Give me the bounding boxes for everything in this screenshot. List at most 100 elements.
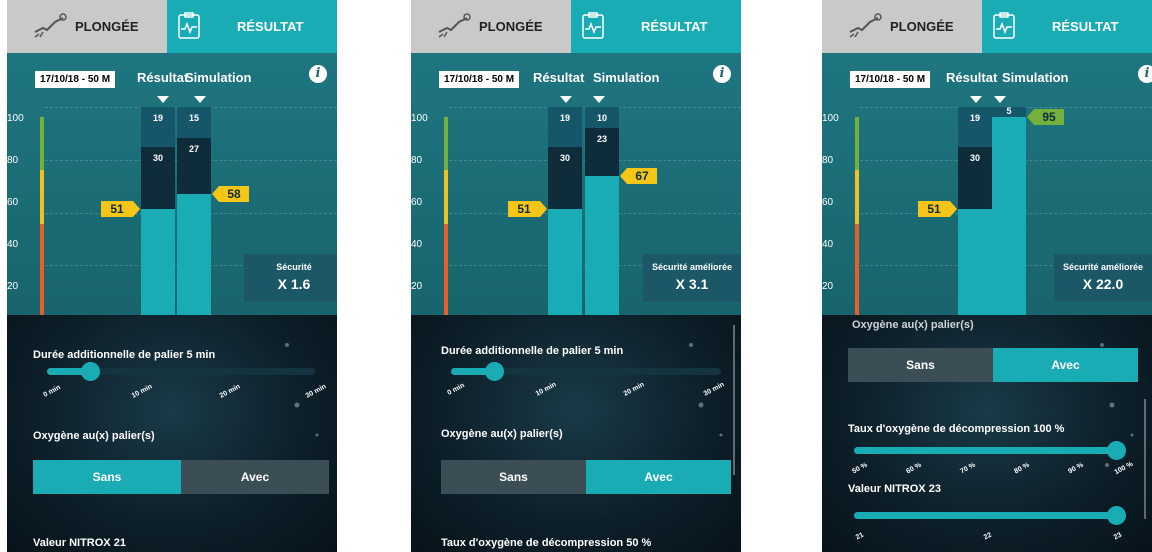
security-value: X 1.6 xyxy=(277,276,311,292)
score-marker: 95 xyxy=(1027,109,1064,126)
info-icon[interactable]: i xyxy=(309,65,327,83)
stop-duration-slider[interactable] xyxy=(47,362,315,381)
dive-date-badge[interactable]: 17/10/18 - 50 M xyxy=(439,71,520,88)
dive-date-badge[interactable]: 17/10/18 - 50 M xyxy=(35,71,116,88)
simulation-pointer-icon xyxy=(194,96,206,103)
stop-duration-label: Durée additionnelle de palier 5 min xyxy=(441,345,624,357)
info-icon[interactable]: i xyxy=(1138,65,1152,83)
simulation-pointer-icon xyxy=(593,96,605,103)
oxygen-stop-label: Oxygène au(x) palier(s) xyxy=(441,428,563,440)
score-marker: 51 xyxy=(508,200,547,217)
oxygen-avec-option[interactable]: Avec xyxy=(586,460,731,494)
tab-plongee-label: PLONGÉE xyxy=(75,19,139,34)
bar-segment-label: 30 xyxy=(152,152,163,163)
risk-gauge-high xyxy=(40,224,44,315)
chart-clipboard-icon xyxy=(582,12,604,39)
tab-plongee[interactable]: PLONGÉE xyxy=(822,0,982,53)
score-marker: 51 xyxy=(918,200,957,217)
y-tick: 60 xyxy=(7,197,19,208)
result-header[interactable]: Résultat xyxy=(137,70,188,85)
simulation-pointer-icon xyxy=(994,96,1006,103)
risk-gauge-mid xyxy=(855,170,859,224)
tab-resultat[interactable]: RÉSULTAT xyxy=(167,0,337,53)
security-value: X 3.1 xyxy=(675,276,709,292)
tab-plongee-label: PLONGÉE xyxy=(479,19,543,34)
score-marker: 58 xyxy=(212,186,249,203)
nitrox-slider[interactable] xyxy=(854,506,1126,525)
security-box: Sécurité améliorée X 22.0 xyxy=(1054,254,1152,302)
tab-resultat[interactable]: RÉSULTAT xyxy=(571,0,741,53)
slider-tick: 20 min xyxy=(218,383,242,400)
tab-resultat[interactable]: RÉSULTAT xyxy=(982,0,1152,53)
stop-duration-slider[interactable] xyxy=(451,362,721,381)
tab-bar: PLONGÉE RÉSULTAT xyxy=(7,0,337,59)
tab-plongee[interactable]: PLONGÉE xyxy=(411,0,571,53)
y-tick: 100 xyxy=(822,113,839,124)
bar-segment-base xyxy=(548,208,582,315)
slider-tick: 60 % xyxy=(905,461,923,476)
oxygen-toggle: Sans Avec xyxy=(33,460,329,494)
chart-clipboard-icon xyxy=(993,12,1015,39)
decompression-oxygen-slider[interactable] xyxy=(854,441,1126,460)
tab-bar: PLONGÉE RÉSULTAT xyxy=(411,0,741,59)
tab-resultat-label: RÉSULTAT xyxy=(237,19,304,34)
bar-segment-mid: 23 xyxy=(585,127,619,176)
nitrox-label: Valeur NITROX 23 xyxy=(848,483,941,495)
bar-segment-label: 19 xyxy=(969,113,980,123)
phone-screen-2: PLONGÉE RÉSULTAT 17/10/18 - 50 M Résulta… xyxy=(411,0,741,552)
chart-clipboard-icon xyxy=(178,12,200,39)
oxygen-sans-option[interactable]: Sans xyxy=(33,460,181,494)
slider-tick: 70 % xyxy=(959,461,977,476)
result-pointer-icon xyxy=(970,96,982,103)
simulation-header[interactable]: Simulation xyxy=(1002,70,1068,85)
stop-duration-thumb[interactable] xyxy=(80,362,100,381)
result-pointer-icon xyxy=(560,96,572,103)
bar-segment-label: 10 xyxy=(596,113,607,123)
scrollbar[interactable] xyxy=(1144,399,1146,519)
y-tick: 80 xyxy=(822,155,834,166)
decompression-oxygen-thumb[interactable] xyxy=(1107,441,1126,460)
security-box: Sécurité améliorée X 3.1 xyxy=(643,254,741,302)
score-marker: 51 xyxy=(101,200,140,217)
decompression-oxygen-label: Taux d'oxygène de décompression 50 % xyxy=(441,537,652,549)
bar-segment-label: 19 xyxy=(559,113,570,123)
bar-segment-mid: 30 xyxy=(548,146,582,209)
bar-segment-mid: 27 xyxy=(177,138,211,195)
bar-segment-top: 19 xyxy=(958,107,992,147)
stop-duration-thumb[interactable] xyxy=(485,362,505,381)
bubbles-decoration xyxy=(285,343,319,467)
y-tick: 60 xyxy=(411,197,423,208)
oxygen-sans-option[interactable]: Sans xyxy=(441,460,586,494)
risk-gauge-mid xyxy=(444,170,448,224)
phone-screen-1: PLONGÉE RÉSULTAT 17/10/18 - 50 M Résulta… xyxy=(7,0,337,552)
tab-resultat-label: RÉSULTAT xyxy=(641,19,708,34)
security-box: Sécurité X 1.6 xyxy=(244,254,337,302)
oxygen-avec-option[interactable]: Avec xyxy=(993,348,1138,382)
simulation-header[interactable]: Simulation xyxy=(593,70,659,85)
nitrox-label: Valeur NITROX 21 xyxy=(33,537,126,549)
oxygen-avec-option[interactable]: Avec xyxy=(181,460,329,494)
scrollbar[interactable] xyxy=(733,325,735,475)
y-tick: 80 xyxy=(411,155,423,166)
bar-segment-label: 5 xyxy=(1006,106,1012,116)
oxygen-stop-label: Oxygène au(x) palier(s) xyxy=(33,430,155,442)
tab-plongee[interactable]: PLONGÉE xyxy=(7,0,167,53)
result-pointer-icon xyxy=(157,96,169,103)
bar-segment-label: 27 xyxy=(188,144,199,155)
y-tick: 40 xyxy=(822,239,834,250)
bubbles-decoration xyxy=(689,343,723,467)
bar-segment-top: 19 xyxy=(548,107,582,147)
info-icon[interactable]: i xyxy=(713,65,731,83)
simulation-header[interactable]: Simulation xyxy=(185,70,251,85)
y-tick: 100 xyxy=(411,113,428,124)
oxygen-sans-option[interactable]: Sans xyxy=(848,348,993,382)
dive-date-badge[interactable]: 17/10/18 - 50 M xyxy=(850,71,931,88)
bar-segment-label: 23 xyxy=(596,133,607,144)
tab-bar: PLONGÉE RÉSULTAT xyxy=(822,0,1152,59)
bar-segment-base xyxy=(141,208,175,315)
nitrox-thumb[interactable] xyxy=(1107,506,1126,525)
bar-segment-base xyxy=(177,194,211,315)
result-header[interactable]: Résultat xyxy=(533,70,584,85)
settings-panel: Durée additionnelle de palier 5 min 0 mi… xyxy=(411,315,741,552)
result-header[interactable]: Résultat xyxy=(946,70,997,85)
